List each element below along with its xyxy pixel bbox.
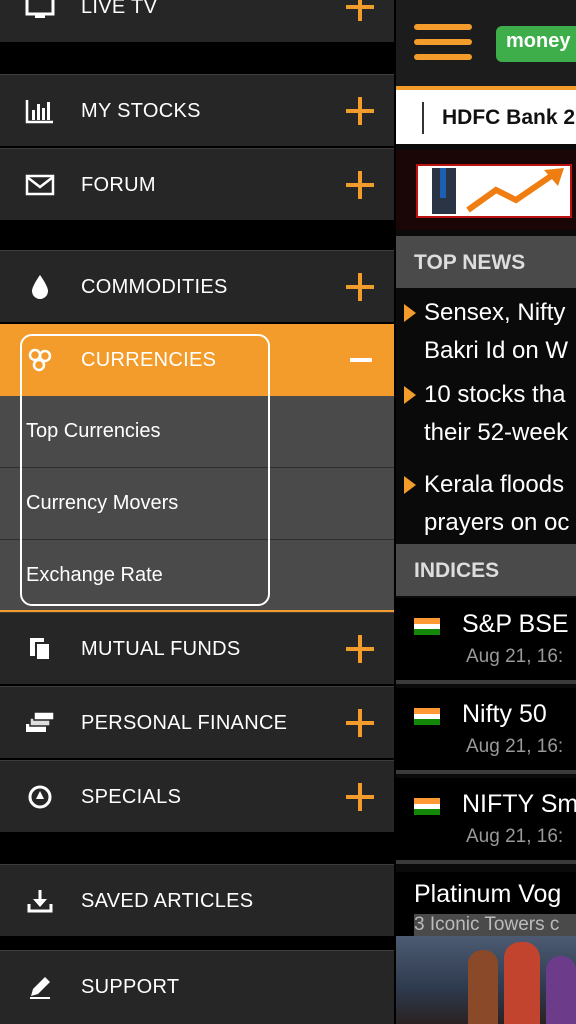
expand-plus-icon[interactable]	[346, 97, 374, 125]
index-name: NIFTY Sm	[462, 790, 576, 818]
bullet-arrow-icon	[404, 476, 416, 494]
drawer-item-my-stocks[interactable]: MY STOCKS	[0, 74, 394, 146]
drawer-item-live-tv[interactable]: LIVE TV	[0, 0, 394, 42]
download-icon	[24, 887, 56, 915]
drawer-item-label: FORUM	[81, 174, 156, 196]
index-time: Aug 21, 16:	[466, 736, 564, 757]
expand-plus-icon[interactable]	[346, 783, 374, 811]
currencies-highlight-frame	[20, 334, 270, 606]
drawer-item-label: MUTUAL FUNDS	[81, 638, 241, 660]
brand-logo: money	[496, 26, 576, 62]
expand-plus-icon[interactable]	[346, 635, 374, 663]
india-flag-icon	[414, 708, 440, 725]
india-flag-icon	[414, 618, 440, 635]
top-news-header: TOP NEWS	[396, 236, 576, 288]
drawer-item-mutual-funds[interactable]: MUTUAL FUNDS	[0, 612, 394, 684]
bar-chart-icon	[24, 97, 56, 125]
background-app: money HDFC Bank 2 TOP NEWS Sensex, Nifty…	[396, 0, 576, 1024]
drawer-item-label: COMMODITIES	[81, 276, 228, 298]
news-headline-line1: Kerala floods	[424, 471, 565, 498]
specials-icon	[24, 783, 56, 811]
navigation-drawer: LIVE TV MY STOCKS FORUM COMMODITIES CURR…	[0, 0, 394, 1024]
drawer-item-label: SAVED ARTICLES	[81, 890, 254, 912]
drawer-item-saved-articles[interactable]: SAVED ARTICLES	[0, 864, 394, 936]
index-row[interactable]: S&P BSE Aug 21, 16:	[396, 598, 576, 684]
hamburger-menu-icon[interactable]	[414, 24, 472, 66]
drawer-item-label: PERSONAL FINANCE	[81, 712, 288, 734]
news-headline-line1: 10 stocks tha	[424, 381, 566, 408]
ad-photo	[396, 936, 576, 1024]
news-item[interactable]: Sensex, Nifty Bakri Id on W	[396, 294, 576, 370]
ad-title: Platinum Vog	[414, 880, 562, 908]
expand-plus-icon[interactable]	[346, 0, 374, 21]
drawer-item-commodities[interactable]: COMMODITIES	[0, 250, 394, 322]
pencil-icon	[24, 973, 56, 1001]
index-name: Nifty 50	[462, 700, 547, 728]
droplet-icon	[24, 273, 56, 301]
drawer-item-label: LIVE TV	[81, 0, 158, 18]
expand-plus-icon[interactable]	[346, 273, 374, 301]
advertisement[interactable]: Platinum Vog 3 Iconic Towers c	[396, 872, 576, 1024]
collapse-minus-icon[interactable]	[350, 358, 372, 362]
app-toolbar: money	[396, 0, 576, 86]
india-flag-icon	[414, 798, 440, 815]
index-row[interactable]: Nifty 50 Aug 21, 16:	[396, 688, 576, 774]
expand-plus-icon[interactable]	[346, 171, 374, 199]
drawer-item-support[interactable]: SUPPORT	[0, 950, 394, 1024]
bullet-arrow-icon	[404, 304, 416, 322]
expand-plus-icon[interactable]	[346, 709, 374, 737]
promo-banner[interactable]	[396, 150, 576, 230]
news-headline-line2: Bakri Id on W	[424, 337, 569, 364]
news-headline-line2: prayers on oc	[424, 509, 570, 536]
news-headline-line1: Sensex, Nifty	[424, 299, 566, 326]
ticker-text: HDFC Bank 2	[442, 106, 576, 129]
drawer-item-label: SUPPORT	[81, 976, 180, 998]
stock-ticker[interactable]: HDFC Bank 2	[396, 90, 576, 144]
bullet-arrow-icon	[404, 386, 416, 404]
index-time: Aug 21, 16:	[466, 646, 564, 667]
envelope-icon	[24, 171, 56, 199]
news-headline-line2: their 52-week	[424, 419, 569, 446]
indices-header: INDICES	[396, 544, 576, 596]
drawer-item-personal-finance[interactable]: PERSONAL FINANCE	[0, 686, 394, 758]
tv-icon	[24, 0, 56, 21]
money-stack-icon	[24, 709, 56, 737]
index-name: S&P BSE	[462, 610, 569, 638]
drawer-item-forum[interactable]: FORUM	[0, 148, 394, 220]
documents-icon	[24, 635, 56, 663]
index-time: Aug 21, 16:	[466, 826, 564, 847]
drawer-item-specials[interactable]: SPECIALS	[0, 760, 394, 832]
index-row[interactable]: NIFTY Sm Aug 21, 16:	[396, 778, 576, 864]
news-item[interactable]: 10 stocks tha their 52-week	[396, 376, 576, 452]
ticker-separator	[422, 102, 424, 134]
drawer-item-label: MY STOCKS	[81, 100, 201, 122]
news-item[interactable]: Kerala floods prayers on oc	[396, 466, 576, 542]
drawer-item-label: SPECIALS	[81, 786, 182, 808]
growth-arrow-icon	[432, 168, 564, 214]
